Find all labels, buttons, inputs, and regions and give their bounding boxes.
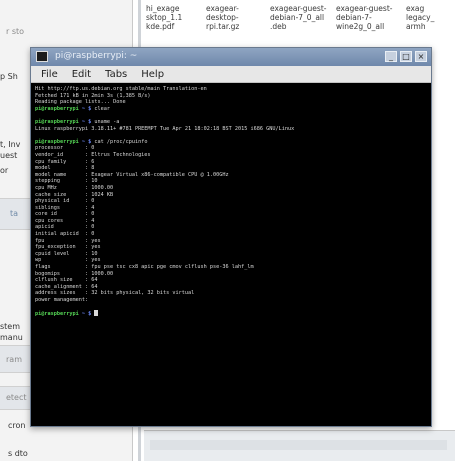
output-text: fpu_exception : yes (35, 244, 101, 251)
menu-bar: File Edit Tabs Help (31, 66, 431, 83)
output-text: vendor_id : Eltrus Technologies (35, 151, 151, 158)
maximize-button[interactable]: □ (400, 51, 412, 62)
sidebar-item[interactable]: r sto (6, 27, 136, 36)
terminal-line: pi@raspberrypi ~ $ uname -a (35, 119, 427, 126)
terminal-output[interactable]: Hit http://ftp.us.debian.org stable/main… (35, 86, 427, 420)
terminal-line: cpuid level : 10 (35, 251, 427, 258)
horizontal-scrollbar[interactable] (150, 440, 447, 450)
terminal-line: siblings : 4 (35, 205, 427, 212)
output-text: model name : Exagear Virtual x86-compati… (35, 171, 229, 178)
terminal-line: clflush size : 64 (35, 277, 427, 284)
command-text: uname -a (91, 118, 120, 125)
prompt-path: ~ $ (81, 118, 92, 125)
terminal-line: Hit http://ftp.us.debian.org stable/main… (35, 86, 427, 93)
output-text: cpu MHz : 1000.00 (35, 184, 114, 191)
terminal-line: bogomips : 1000.00 (35, 271, 427, 278)
file-item[interactable]: hi_exage sktop_1.1 kde.pdf (146, 4, 206, 31)
terminal-line: Reading package lists... Done (35, 99, 427, 106)
terminal-line: Fetched 171 kB in 2min 3s (1,385 B/s) (35, 93, 427, 100)
output-text: cpu family : 6 (35, 158, 95, 165)
output-text: apicid : 0 (35, 224, 95, 231)
output-text: stepping : 10 (35, 178, 98, 185)
output-text: core id : 0 (35, 211, 95, 218)
terminal-line: pi@raspberrypi ~ $ (35, 310, 427, 317)
output-text: siblings : 4 (35, 204, 95, 211)
terminal-line: address sizes : 32 bits physical, 32 bit… (35, 290, 427, 297)
terminal-line: cache_alignment : 64 (35, 284, 427, 291)
window-controls: _ □ × (385, 51, 427, 62)
prompt-user-host: pi@raspberrypi (35, 138, 79, 145)
menu-tabs[interactable]: Tabs (105, 69, 127, 80)
terminal-line: cpu family : 6 (35, 159, 427, 166)
prompt-path: ~ $ (81, 311, 92, 318)
output-text: physical id : 0 (35, 198, 95, 205)
prompt-user-host: pi@raspberrypi (35, 311, 79, 318)
terminal-line: processor : 0 (35, 145, 427, 152)
window-title: pi@raspberrypi: ~ (55, 51, 138, 61)
terminal-line: core id : 0 (35, 211, 427, 218)
output-text: clflush size : 64 (35, 277, 98, 284)
close-button[interactable]: × (415, 51, 427, 62)
terminal-line: fpu_exception : yes (35, 244, 427, 251)
command-text: clear (91, 105, 110, 112)
output-text: power management: (35, 297, 89, 303)
terminal-line: cpu MHz : 1000.00 (35, 185, 427, 192)
terminal-line: physical id : 0 (35, 198, 427, 205)
terminal-line: power management: (35, 297, 427, 304)
command-text: cat /proc/cpuinfo (91, 138, 148, 145)
terminal-line: pi@raspberrypi ~ $ cat /proc/cpuinfo (35, 139, 427, 146)
output-text: Reading package lists... Done (35, 99, 126, 106)
terminal-line: stepping : 10 (35, 178, 427, 185)
output-text: cache size : 1024 KB (35, 191, 114, 198)
terminal-line: wp : yes (35, 257, 427, 264)
title-bar[interactable]: pi@raspberrypi: ~ _ □ × (31, 48, 431, 66)
prompt-user-host: pi@raspberrypi (35, 118, 79, 125)
output-text: bogomips : 1000.00 (35, 270, 114, 277)
menu-help[interactable]: Help (141, 69, 164, 80)
file-item[interactable]: exagear-guest- debian-7- wine2g_0_all (336, 4, 396, 31)
terminal-window[interactable]: pi@raspberrypi: ~ _ □ × File Edit Tabs H… (30, 47, 432, 427)
output-text: Fetched 171 kB in 2min 3s (1,385 B/s) (35, 92, 151, 99)
text-cursor (94, 310, 99, 317)
terminal-line: flags : fpu pse tsc cx8 apic pge cmov cl… (35, 264, 427, 271)
file-item[interactable]: exagear- desktop- rpi.tar.gz (206, 4, 266, 31)
terminal-line: apicid : 0 (35, 224, 427, 231)
terminal-line: Linux raspberrypi 3.18.11+ #781 PREEMPT … (35, 126, 427, 133)
terminal-line: cache size : 1024 KB (35, 192, 427, 199)
output-text: initial apicid : 0 (35, 231, 95, 238)
minimize-button[interactable]: _ (385, 51, 397, 62)
output-text: cpuid level : 10 (35, 250, 98, 257)
terminal-line: pi@raspberrypi ~ $ clear (35, 106, 427, 113)
output-text: address sizes : 32 bits physical, 32 bit… (35, 290, 195, 297)
output-text: wp : yes (35, 257, 101, 264)
menu-file[interactable]: File (41, 69, 58, 80)
terminal-line: model name : Exagear Virtual x86-compati… (35, 172, 427, 179)
terminal-line: cpu cores : 4 (35, 218, 427, 225)
sidebar-item[interactable]: s dto (8, 449, 138, 458)
prompt-path: ~ $ (81, 105, 92, 112)
terminal-line: model : 8 (35, 165, 427, 172)
prompt-user-host: pi@raspberrypi (35, 105, 79, 112)
menu-edit[interactable]: Edit (72, 69, 91, 80)
output-text: cpu cores : 4 (35, 217, 95, 224)
file-item[interactable]: exagear-guest- debian-7_0_all .deb (270, 4, 330, 31)
output-text: Hit http://ftp.us.debian.org stable/main… (35, 86, 207, 92)
prompt-path: ~ $ (81, 138, 92, 145)
output-text: processor : 0 (35, 145, 95, 152)
output-text: fpu : yes (35, 237, 101, 244)
output-text: model : 8 (35, 165, 95, 172)
output-text: cache_alignment : 64 (35, 283, 98, 290)
terminal-line: initial apicid : 0 (35, 231, 427, 238)
terminal-line: fpu : yes (35, 238, 427, 245)
output-text: Linux raspberrypi 3.18.11+ #781 PREEMPT … (35, 125, 295, 132)
terminal-line: vendor_id : Eltrus Technologies (35, 152, 427, 159)
file-item[interactable]: exag legacy_ armh (406, 4, 454, 31)
terminal-icon (36, 51, 48, 62)
output-text: flags : fpu pse tsc cx8 apic pge cmov cl… (35, 264, 254, 271)
